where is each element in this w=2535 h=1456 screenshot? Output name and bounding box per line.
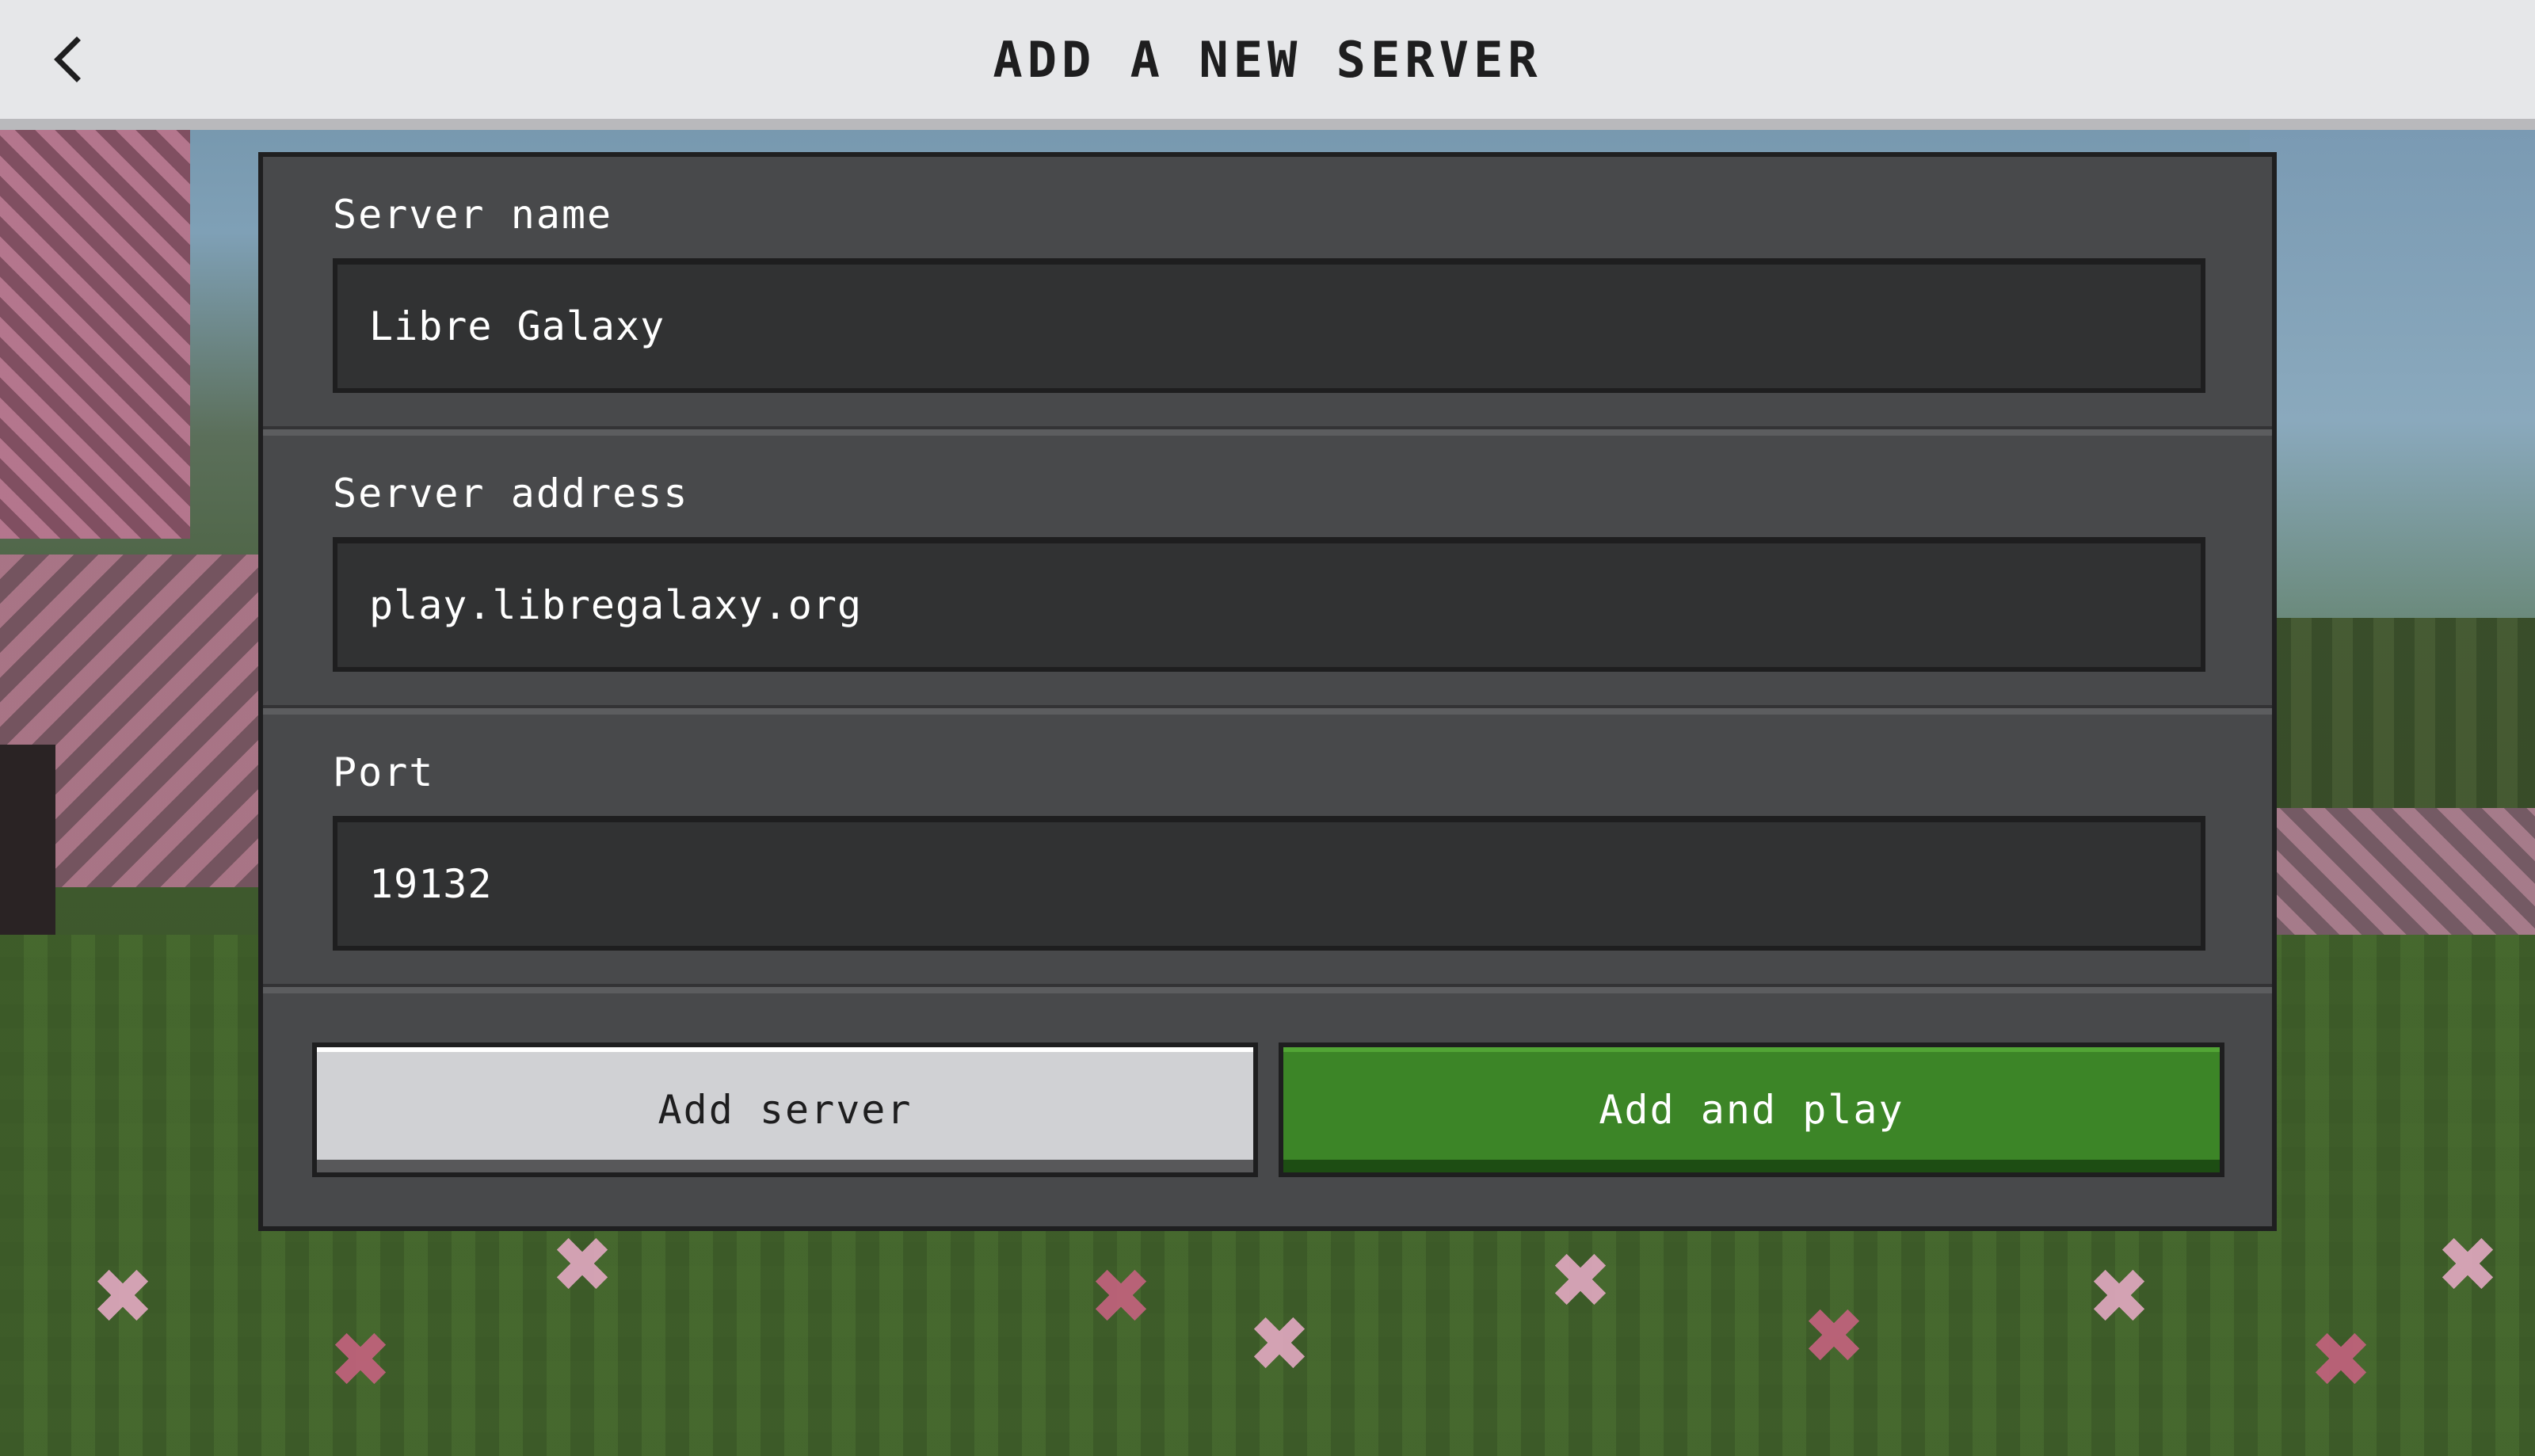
pink-petal-flower xyxy=(2301,1319,2381,1398)
port-input[interactable] xyxy=(333,816,2205,951)
chevron-left-icon xyxy=(54,36,81,82)
action-buttons: Add server Add and play xyxy=(263,993,2272,1226)
pink-petal-flower xyxy=(1794,1295,1874,1374)
pink-petal-flower xyxy=(83,1256,162,1335)
server-address-label: Server address xyxy=(333,471,689,516)
cherry-blossom-right xyxy=(2250,808,2535,935)
page-title: ADD A NEW SERVER xyxy=(993,30,1542,89)
server-address-section: Server address xyxy=(263,436,2272,715)
server-name-input[interactable] xyxy=(333,258,2205,393)
port-section: Port xyxy=(263,715,2272,993)
server-name-section: Server name xyxy=(263,157,2272,436)
pink-petal-flower xyxy=(543,1224,622,1303)
server-address-input[interactable] xyxy=(333,537,2205,672)
pink-petal-flower xyxy=(1541,1240,1620,1319)
top-bar: ADD A NEW SERVER xyxy=(0,0,2535,130)
pink-petal-flower xyxy=(2428,1224,2507,1303)
server-name-label: Server name xyxy=(333,192,613,238)
cherry-tree-left xyxy=(0,127,190,539)
add-and-play-button[interactable]: Add and play xyxy=(1279,1042,2224,1177)
add-server-form: Server name Server address Port Add serv… xyxy=(258,152,2277,1231)
pink-petal-flower xyxy=(321,1319,400,1398)
add-server-button[interactable]: Add server xyxy=(312,1042,1258,1177)
back-button[interactable] xyxy=(32,24,103,95)
background-sky xyxy=(2250,127,2535,618)
pink-petal-flower xyxy=(1240,1303,1319,1382)
pink-petal-flower xyxy=(2079,1256,2159,1335)
distant-hills-right xyxy=(2250,618,2535,824)
port-label: Port xyxy=(333,749,435,795)
pink-petal-flower xyxy=(1081,1256,1161,1335)
